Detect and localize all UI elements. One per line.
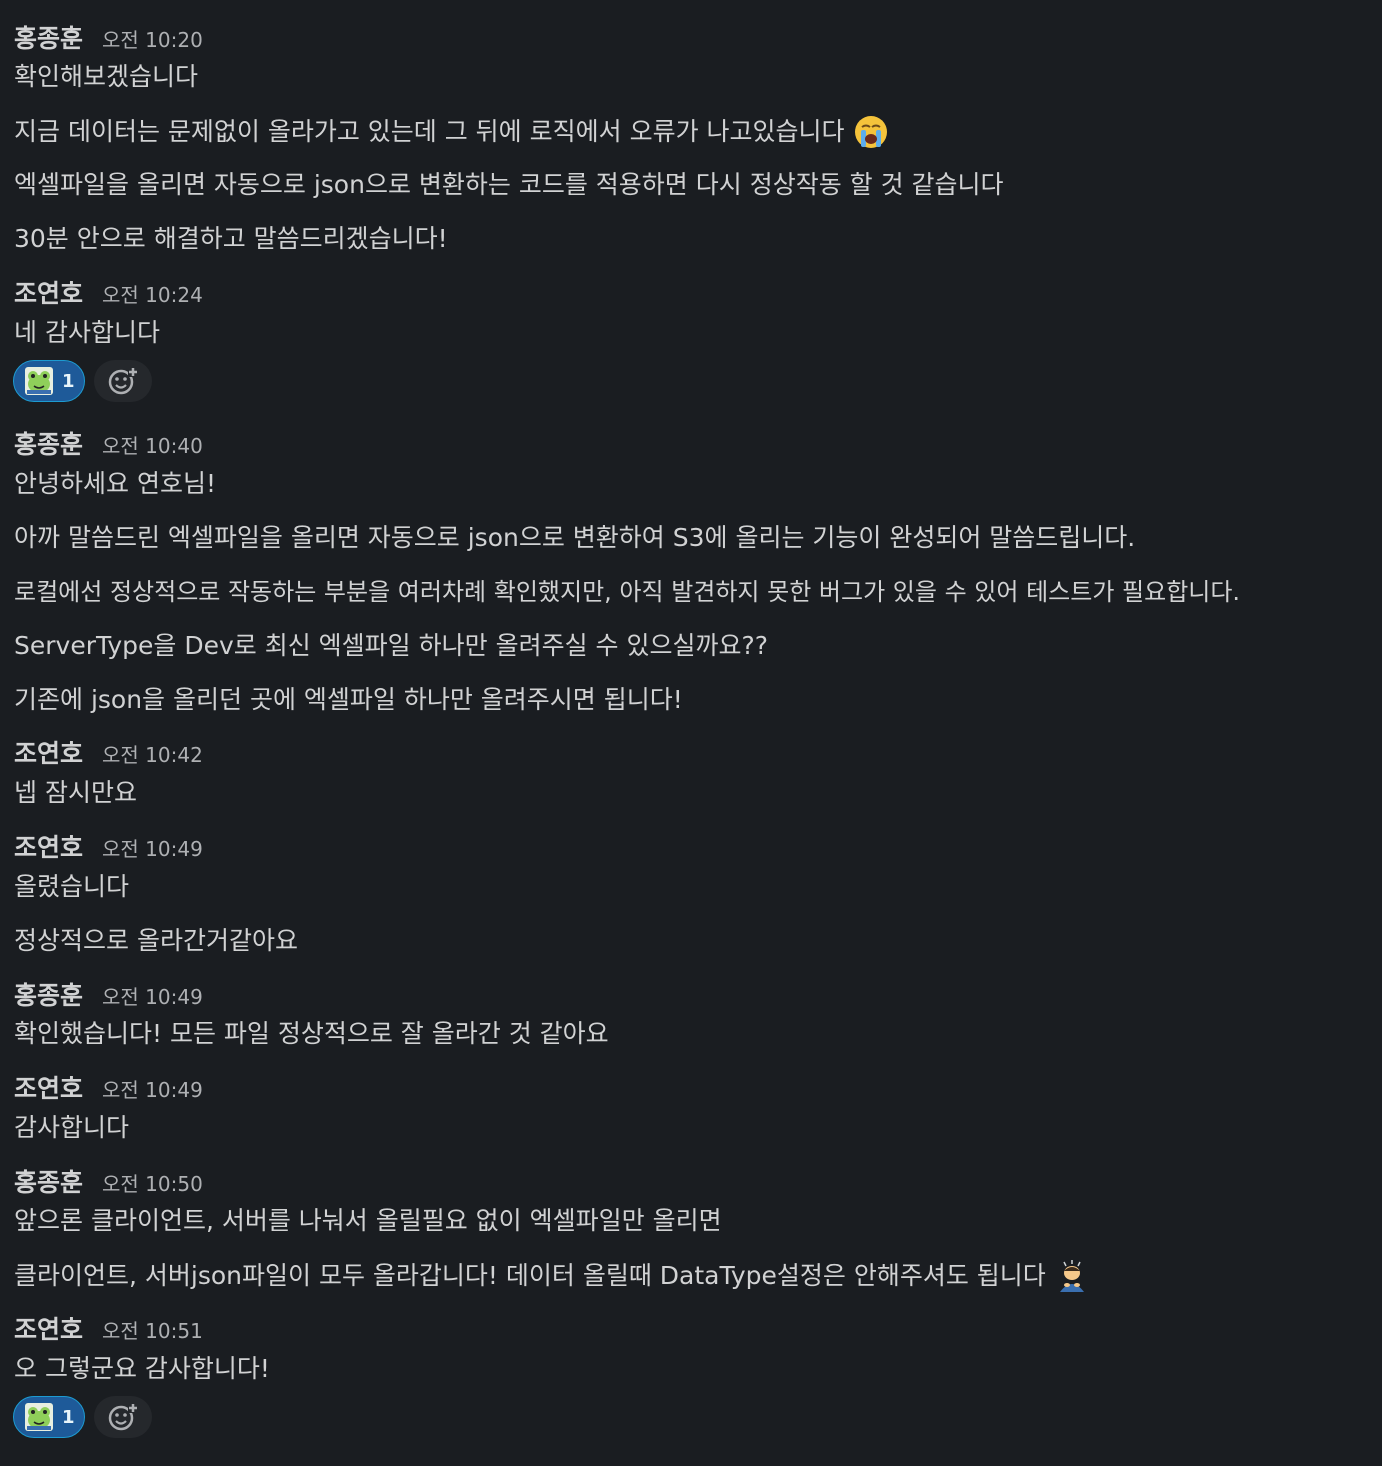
message-text: 앞으론 클라이언트, 서버를 나눠서 올릴필요 없이 엑셀파일만 올리면 bbox=[14, 1206, 722, 1235]
message-timestamp[interactable]: 오전 10:20 bbox=[102, 25, 203, 55]
message-text: 엑셀파일을 올리면 자동으로 json으로 변환하는 코드를 적용하면 다시 정… bbox=[14, 170, 1004, 199]
message-text: 기존에 json을 올리던 곳에 엑셀파일 하나만 올려주시면 됩니다! bbox=[14, 685, 683, 714]
message-timestamp[interactable]: 오전 10:50 bbox=[102, 1169, 203, 1199]
add-reaction-icon bbox=[108, 367, 138, 395]
reaction-count: 1 bbox=[62, 370, 75, 392]
message-timestamp[interactable]: 오전 10:42 bbox=[102, 740, 203, 770]
sob-emoji-icon bbox=[854, 116, 887, 148]
message-text: 안녕하세요 연호님! bbox=[14, 469, 216, 498]
message-text: 넵 잠시만요 bbox=[14, 778, 137, 807]
message-timestamp[interactable]: 오전 10:40 bbox=[102, 431, 203, 461]
message-author[interactable]: 홍종훈 bbox=[14, 981, 83, 1011]
message-timestamp[interactable]: 오전 10:49 bbox=[102, 982, 203, 1012]
message-text: 오 그렇군요 감사합니다! bbox=[14, 1354, 270, 1383]
message-author[interactable]: 조연호 bbox=[14, 833, 83, 863]
reaction-button[interactable]: 1 bbox=[13, 360, 85, 402]
reaction-button[interactable]: 1 bbox=[13, 1396, 85, 1438]
message-text: 네 감사합니다 bbox=[14, 318, 160, 347]
message-author[interactable]: 조연호 bbox=[14, 739, 83, 769]
message-author[interactable]: 홍종훈 bbox=[14, 1168, 83, 1198]
message-author[interactable]: 조연호 bbox=[14, 279, 83, 309]
message-timestamp[interactable]: 오전 10:24 bbox=[102, 280, 203, 310]
frog-emoji-icon bbox=[25, 367, 53, 395]
message-text: 확인해보겠습니다 bbox=[14, 62, 199, 91]
message-author[interactable]: 조연호 bbox=[14, 1074, 83, 1104]
message-text: 로컬에선 정상적으로 작동하는 부분을 여러차례 확인했지만, 아직 발견하지 … bbox=[14, 578, 1241, 606]
message-text: 올렸습니다 bbox=[14, 872, 130, 901]
message-text: 30분 안으로 해결하고 말씀드리겠습니다! bbox=[14, 224, 448, 253]
message-author[interactable]: 홍종훈 bbox=[14, 430, 83, 460]
message-text: 클라이언트, 서버json파일이 모두 올라갑니다! 데이터 올릴때 DataT… bbox=[14, 1258, 1090, 1294]
message-text: 확인했습니다! 모든 파일 정상적으로 잘 올라간 것 같아요 bbox=[14, 1019, 609, 1048]
message-text: 지금 데이터는 문제없이 올라가고 있는데 그 뒤에 로직에서 오류가 나고있습… bbox=[14, 114, 889, 150]
message-text: 정상적으로 올라간거같아요 bbox=[14, 926, 298, 955]
frog-emoji-icon bbox=[25, 1403, 53, 1431]
message-timestamp[interactable]: 오전 10:51 bbox=[102, 1316, 203, 1346]
message-author[interactable]: 조연호 bbox=[14, 1315, 83, 1345]
add-reaction-icon bbox=[108, 1403, 138, 1431]
message-text: ServerType을 Dev로 최신 엑셀파일 하나만 올려주실 수 있으실까… bbox=[14, 631, 768, 660]
add-reaction-button[interactable] bbox=[94, 1396, 152, 1438]
reaction-count: 1 bbox=[62, 1406, 75, 1428]
message-text: 아까 말씀드린 엑셀파일을 올리면 자동으로 json으로 변환하여 S3에 올… bbox=[14, 523, 1136, 552]
add-reaction-button[interactable] bbox=[94, 360, 152, 402]
message-text: 감사합니다 bbox=[14, 1113, 130, 1142]
bowing-person-emoji-icon bbox=[1059, 1260, 1084, 1292]
message-timestamp[interactable]: 오전 10:49 bbox=[102, 834, 203, 864]
message-timestamp[interactable]: 오전 10:49 bbox=[102, 1075, 203, 1105]
message-author[interactable]: 홍종훈 bbox=[14, 24, 83, 54]
